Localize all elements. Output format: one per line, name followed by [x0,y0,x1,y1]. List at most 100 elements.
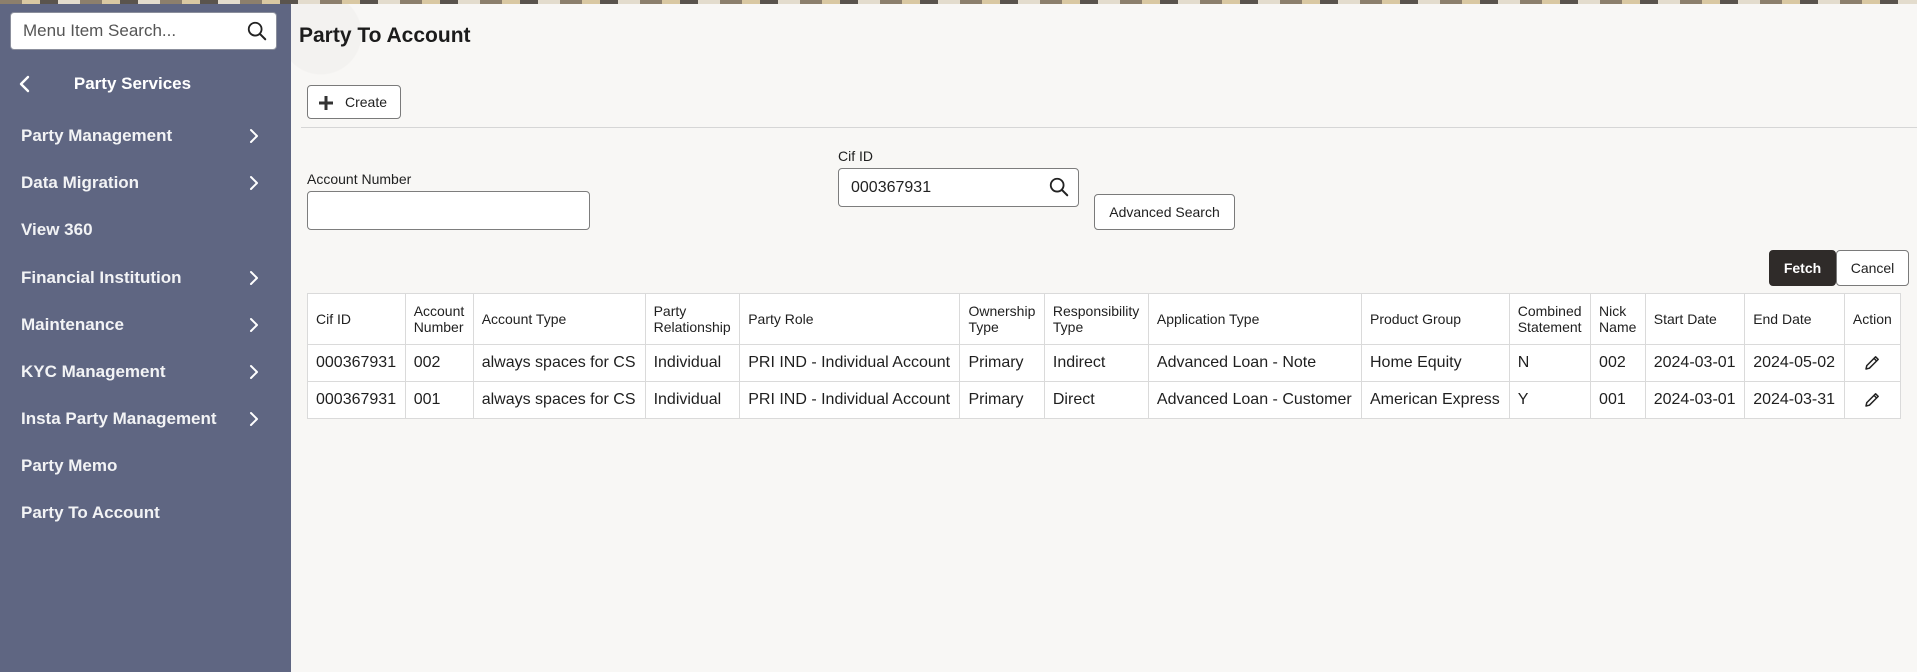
column-header-text: Nick [1599,303,1627,319]
sidebar-section-header: Party Services [0,62,291,108]
cif-id-input[interactable] [839,169,1039,206]
sidebar-item[interactable]: Maintenance [0,302,291,349]
sidebar-item-label: Financial Institution [21,268,182,287]
table-cell: 2024-03-01 [1644,381,1746,419]
table-cell: Primary [959,381,1045,419]
column-header-text: Account [413,303,465,319]
fetch-button[interactable]: Fetch [1769,250,1836,286]
sidebar-item[interactable]: Financial Institution [0,255,291,302]
sidebar-item[interactable]: Party Management [0,113,291,160]
divider [301,127,1917,128]
column-header-text: Product Group [1369,311,1462,327]
table-cell: always spaces for CS [472,381,646,419]
create-button-label: Create [345,94,388,110]
sidebar-item-label: View 360 [21,220,93,239]
column-header-text: Action [1852,311,1892,327]
column-header-text: Combined [1517,303,1582,319]
column-header-text: Account Type [481,311,567,327]
sidebar-item[interactable]: Data Migration [0,160,291,207]
table-cell: Individual [644,344,741,382]
column-header: End Date [1744,293,1845,345]
table-cell: PRI IND - Individual Account [739,381,961,419]
plus-icon [319,96,333,110]
menu-search-box [10,12,277,50]
table-cell: 002 [404,344,474,382]
column-header: Party Relationship [644,293,741,345]
account-number-field-box [307,191,590,230]
pencil-icon[interactable] [1863,354,1881,372]
table-cell: 2024-03-31 [1744,381,1845,419]
column-header-text: Party [653,303,687,319]
column-header: Action [1843,293,1902,345]
column-header-text: Number [413,319,464,335]
sidebar-item[interactable]: Insta Party Management [0,396,291,443]
table-header-row: Cif ID Account Number Account Type Party Rela… [307,293,1902,345]
column-header-text: Responsibility [1052,303,1140,319]
sidebar-item[interactable]: Party To Account [0,490,291,537]
table-cell: 2024-05-02 [1744,344,1845,382]
cif-id-field-box [838,168,1079,207]
sidebar-section-title: Party Services [73,74,192,93]
advanced-search-label: Advanced Search [1109,204,1220,220]
column-header: Ownership Type [959,293,1045,345]
account-number-input[interactable] [308,192,589,229]
table-cell: Direct [1043,381,1149,419]
search-icon[interactable] [1048,176,1070,198]
sidebar: Party Services Party Management Data Migr… [0,4,291,672]
chevron-right-icon [250,176,258,190]
table-cell: Advanced Loan - Note [1147,344,1362,382]
table-row[interactable]: 000367931 002 always spaces for CS Individu… [307,344,1902,382]
table-cell: 002 [1590,344,1646,382]
action-cell [1843,344,1902,382]
sidebar-item-label: Party Management [21,126,173,145]
column-header: Application Type [1147,293,1362,345]
column-header: Start Date [1644,293,1746,345]
column-header-text: Ownership [968,303,1036,319]
table-cell: N [1508,344,1592,382]
sidebar-item-label: Data Migration [21,173,140,192]
table-row[interactable]: 000367931 001 always spaces for CS Individu… [307,381,1902,419]
main-content: Party To Account Create Account Number C… [291,4,1917,672]
pencil-icon[interactable] [1863,391,1881,409]
column-header-text: End Date [1753,311,1812,327]
table-cell: Advanced Loan - Customer [1147,381,1362,419]
sidebar-item-label: Party To Account [21,503,160,522]
table-cell: 001 [404,381,474,419]
column-header: Product Group [1360,293,1510,345]
table-cell: Indirect [1043,344,1149,382]
fetch-label: Fetch [1783,260,1822,276]
column-header: Account Type [472,293,646,345]
table-cell: Primary [959,344,1045,382]
table-cell: 000367931 [307,344,406,382]
table-cell: 001 [1590,381,1646,419]
create-button[interactable]: Create [307,85,401,119]
column-header-text: Name [1599,319,1637,335]
column-header: Combined Statement [1508,293,1592,345]
table-cell: 000367931 [307,381,406,419]
column-header: Party Role [739,293,961,345]
column-header-text: Application Type [1156,311,1260,327]
sidebar-item[interactable]: Party Memo [0,443,291,490]
table-cell: Y [1508,381,1592,419]
column-header: Account Number [404,293,474,345]
column-header: Nick Name [1590,293,1646,345]
table-cell: 2024-03-01 [1644,344,1746,382]
search-icon[interactable] [246,20,268,42]
advanced-search-button[interactable]: Advanced Search [1094,194,1235,230]
account-number-label: Account Number [307,171,412,187]
cancel-button[interactable]: Cancel [1836,250,1909,286]
chevron-right-icon [250,271,258,285]
sidebar-item[interactable]: View 360 [0,207,291,254]
page-title: Party To Account [299,24,471,47]
column-header-text: Type [968,319,999,335]
table-cell: always spaces for CS [472,344,646,382]
sidebar-item-label: Insta Party Management [21,409,217,428]
sidebar-item[interactable]: KYC Management [0,349,291,396]
menu-search-input[interactable] [11,13,243,49]
column-header-text: Statement [1517,319,1582,335]
sidebar-item-label: KYC Management [21,362,166,381]
column-header-text: Cif ID [316,311,351,327]
column-header-text: Type [1052,319,1084,335]
column-header-text: Start Date [1653,311,1717,327]
column-header: Responsibility Type [1043,293,1149,345]
